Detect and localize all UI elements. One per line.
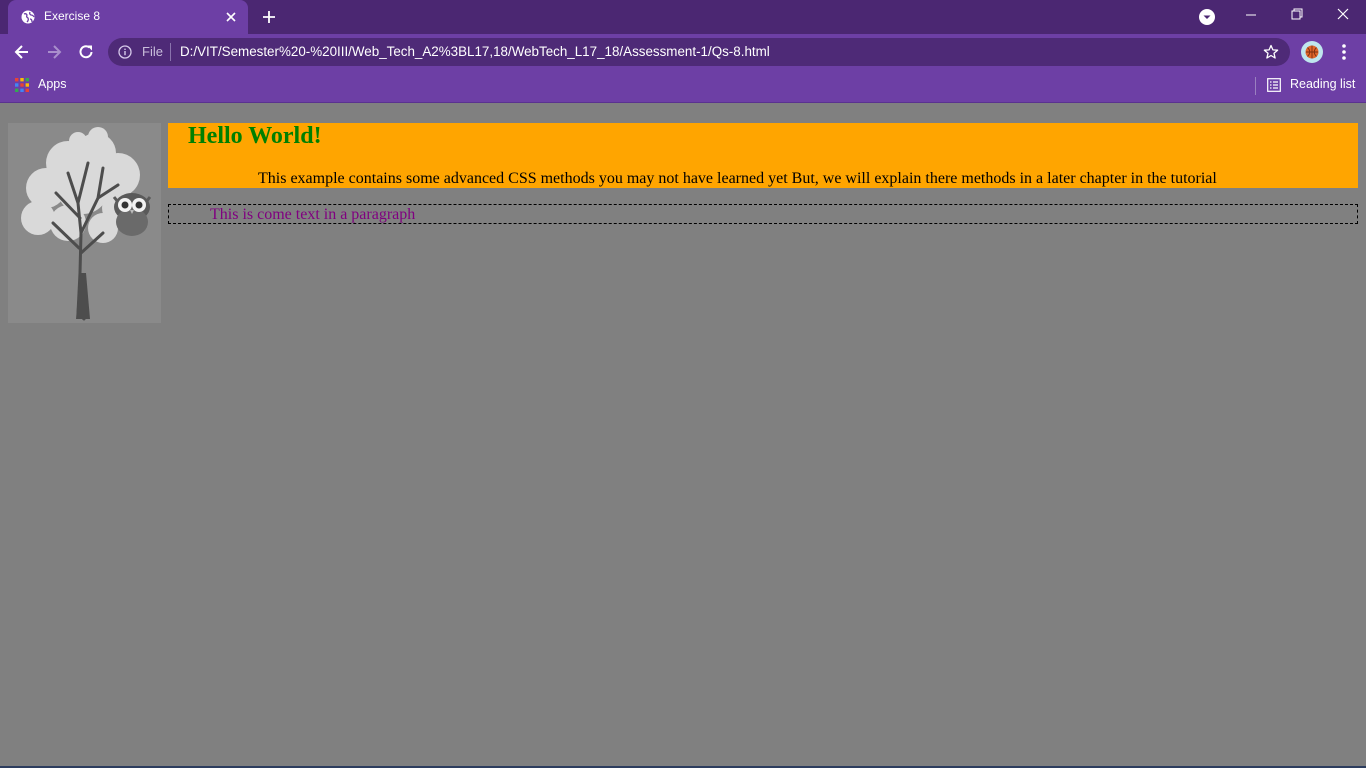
info-icon[interactable]	[118, 45, 132, 59]
tab-title: Exercise 8	[44, 9, 101, 23]
page-viewport: Hello World! This example contains some …	[0, 103, 1366, 768]
window-close-icon[interactable]	[1320, 0, 1366, 30]
header-section: Hello World! This example contains some …	[168, 123, 1358, 188]
omnibox-divider	[170, 43, 171, 61]
avatar-icon[interactable]	[1301, 41, 1323, 63]
tree-owl-image	[8, 123, 161, 323]
browser-tab-active[interactable]: Exercise 8	[8, 0, 248, 34]
plus-icon[interactable]	[260, 8, 278, 26]
page-heading: Hello World!	[188, 123, 322, 149]
globe-icon	[21, 10, 35, 24]
star-icon[interactable]	[1263, 44, 1279, 60]
paragraph-box: This is come text in a paragraph	[168, 204, 1358, 224]
restore-icon[interactable]	[1274, 0, 1320, 30]
url-scheme-label: File	[142, 44, 163, 59]
address-bar[interactable]: File D:/VIT/Semester%20-%20III/Web_Tech_…	[108, 38, 1290, 66]
header-description: This example contains some advanced CSS …	[258, 170, 1217, 187]
url-text[interactable]: D:/VIT/Semester%20-%20III/Web_Tech_A2%3B…	[180, 44, 770, 59]
paragraph-text: This is come text in a paragraph	[210, 206, 416, 223]
arrow-left-icon[interactable]	[12, 42, 32, 62]
bookmarks-bar: Apps Reading list	[0, 70, 1366, 103]
reload-icon[interactable]	[76, 42, 96, 62]
browser-titlebar: Exercise 8	[0, 0, 1366, 34]
apps-grid-icon[interactable]	[15, 78, 29, 92]
reading-list-button[interactable]: Reading list	[1290, 77, 1355, 91]
bookmarks-divider	[1255, 77, 1256, 95]
browser-toolbar: File D:/VIT/Semester%20-%20III/Web_Tech_…	[0, 34, 1366, 70]
apps-bookmark[interactable]: Apps	[38, 77, 67, 91]
chevron-down-circle-icon[interactable]	[1198, 8, 1216, 26]
arrow-right-icon[interactable]	[44, 42, 64, 62]
minimize-icon[interactable]	[1228, 0, 1274, 30]
kebab-menu-icon[interactable]	[1334, 42, 1354, 62]
close-icon[interactable]	[223, 9, 239, 25]
reading-list-icon[interactable]	[1267, 78, 1281, 92]
